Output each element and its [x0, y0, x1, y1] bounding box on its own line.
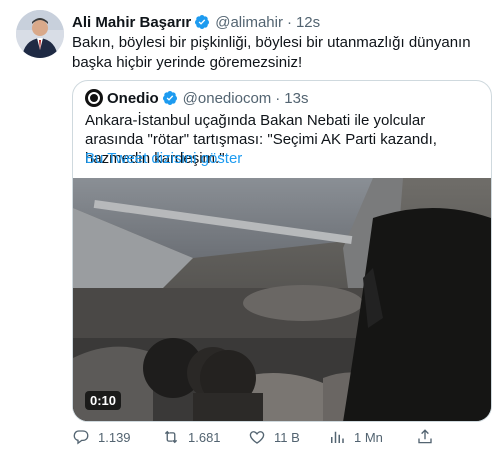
tweet[interactable]: Ali Mahir Başarır @alimahir · 12s Bakın,…: [0, 0, 500, 456]
like-button[interactable]: 11 B: [248, 428, 300, 446]
heart-icon: [249, 431, 265, 444]
avatar[interactable]: [16, 10, 64, 58]
author-name[interactable]: Ali Mahir Başarır: [72, 14, 191, 31]
views-icon: [331, 431, 344, 443]
views-button[interactable]: 1 Mn: [328, 428, 383, 446]
separator-dot: ·: [286, 13, 292, 31]
quoted-tweet-header: Onedio @onediocom · 13s: [85, 89, 308, 107]
tweet-text: Bakın, böylesi bir pişkinliği, böylesi b…: [72, 34, 471, 71]
tweet-header: Ali Mahir Başarır @alimahir · 12s: [72, 12, 320, 32]
share-button[interactable]: [416, 428, 434, 446]
show-thread-link[interactable]: Bu Tweet dizisini göster: [85, 150, 242, 167]
verified-badge-icon: [162, 91, 177, 105]
separator-dot: ·: [275, 89, 281, 107]
retweet-button[interactable]: 1.681: [162, 428, 221, 446]
video-thumbnail: [73, 178, 491, 421]
reply-button[interactable]: 1.139: [72, 428, 131, 446]
verified-badge-icon: [195, 15, 210, 29]
reply-icon: [73, 430, 89, 445]
video-player[interactable]: 0:10: [73, 178, 491, 421]
retweet-count: 1.681: [188, 429, 221, 445]
reply-count: 1.139: [98, 429, 131, 445]
action-bar: 1.139 1.681 11 B 1 Mn: [72, 428, 492, 448]
tweet-time[interactable]: 12s: [296, 14, 320, 31]
author-handle[interactable]: @alimahir: [215, 14, 283, 31]
like-count: 11 B: [274, 429, 300, 445]
avatar-photo: [16, 10, 64, 58]
quoted-author-name: Onedio: [107, 89, 159, 107]
quoted-author-handle: @onediocom: [182, 89, 272, 107]
views-count: 1 Mn: [354, 429, 383, 445]
retweet-icon: [164, 430, 178, 444]
quoted-tweet-time: 13s: [284, 89, 309, 107]
onedio-logo-icon: [85, 89, 103, 107]
share-icon: [418, 429, 432, 444]
quoted-tweet[interactable]: Onedio @onediocom · 13s Ankara-İstanbul …: [72, 80, 492, 422]
video-duration: 0:10: [85, 391, 122, 410]
